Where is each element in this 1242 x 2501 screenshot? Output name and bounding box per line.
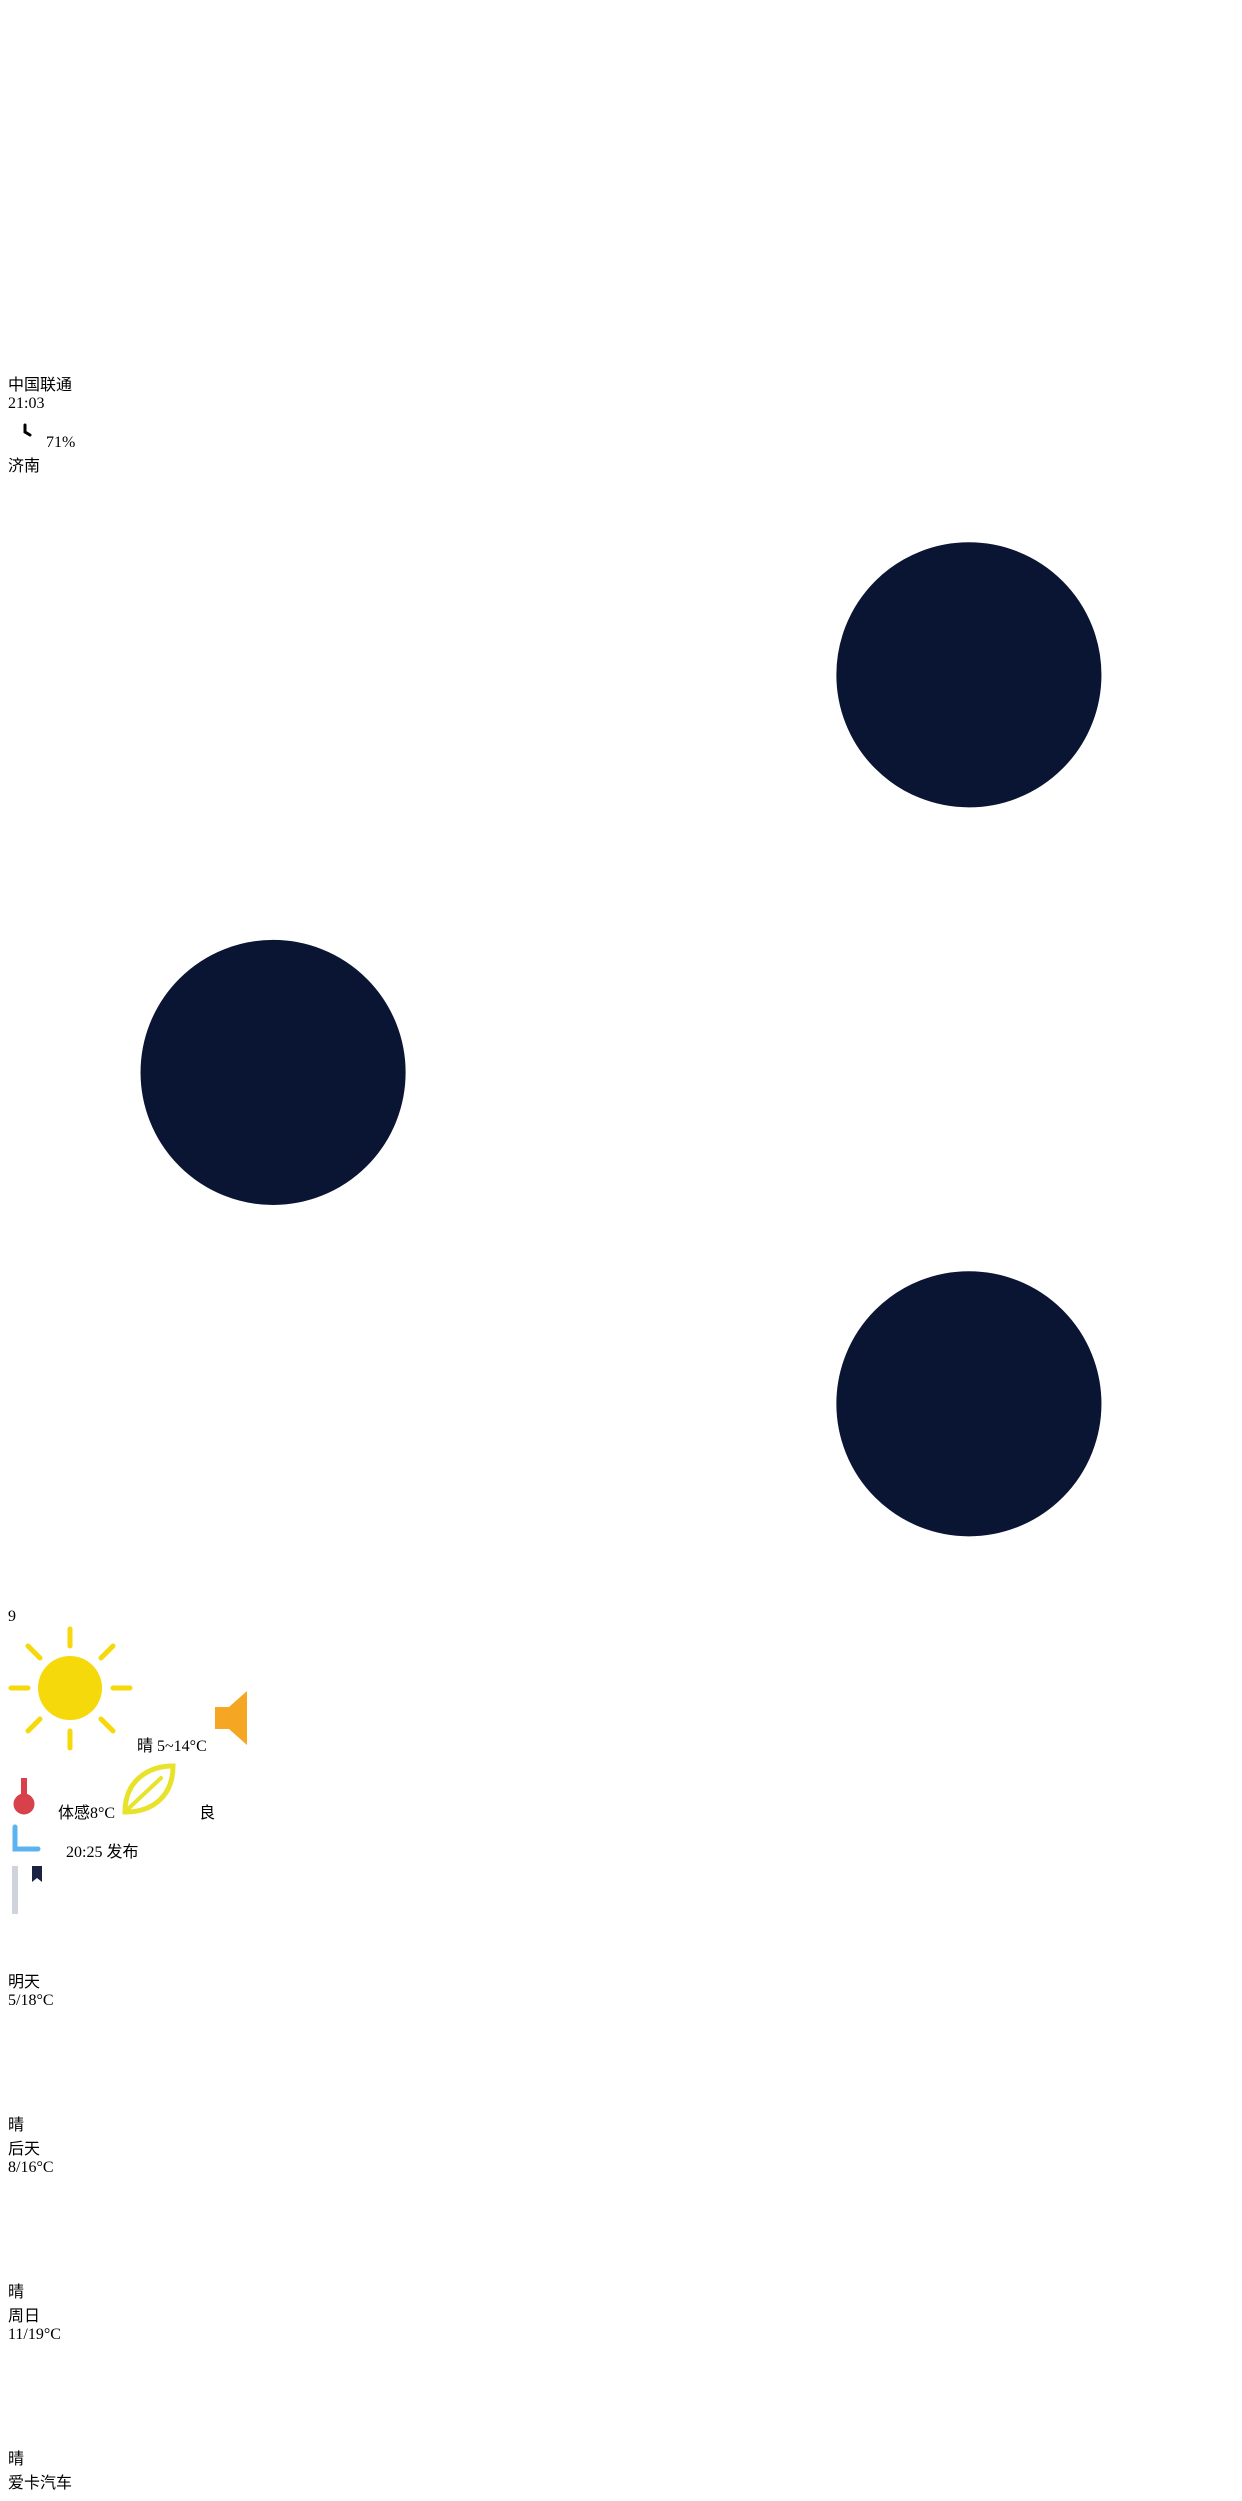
watermark: 爱卡汽车: [8, 2474, 73, 2492]
sun-outline-icon: [10, 2012, 102, 2104]
book-icon: [12, 1865, 52, 1914]
current-temperature-range: 5~14°C: [157, 1737, 207, 1755]
status-bar-right: 71%: [8, 413, 1234, 452]
forecast-day-1[interactable]: 明天 5/18°C 晴: [8, 1968, 1234, 2135]
clock-icon: [12, 1824, 41, 1852]
published-suffix: 发布: [106, 1843, 139, 1861]
shooting-star: [833, 138, 1182, 333]
alarm-icon: [9, 414, 41, 444]
city-title[interactable]: 济南: [8, 452, 1234, 476]
share-button[interactable]: [8, 476, 1234, 1603]
sun-outline-icon: [10, 2346, 102, 2438]
forecast-range: 8/16°C: [8, 2158, 54, 2176]
published-time: 20:25: [66, 1843, 103, 1861]
sun-outline-icon: [10, 2179, 102, 2271]
feels-like-row: 体感8°C 良: [8, 1756, 1234, 1823]
forecast-day-label: 后天: [8, 2140, 41, 2158]
battery-percentage: 71%: [46, 434, 76, 451]
forecast-range: 11/19°C: [8, 2325, 61, 2343]
air-quality-text[interactable]: 良: [199, 1805, 215, 1822]
forecast-range: 5/18°C: [8, 1991, 54, 2009]
cloud-button[interactable]: [8, 1923, 1234, 1968]
current-condition: 晴: [137, 1737, 154, 1755]
thermometer-icon: [10, 1759, 44, 1818]
sun-icon: [8, 1626, 133, 1751]
speaker-icon[interactable]: [211, 1685, 287, 1751]
leaf-icon[interactable]: [119, 1760, 177, 1818]
forecast-day-label: 周日: [8, 2307, 41, 2325]
forecast-condition: 晴: [8, 2116, 25, 2134]
forecast-condition: 晴: [8, 2283, 25, 2301]
feels-like-text: 体感8°C: [58, 1804, 116, 1822]
weather-screen: 中国联通 21:03 71% 济南 9 晴 5~14°C 体感8°C 良 20:…: [8, 8, 1234, 2493]
share-icon: [74, 476, 1168, 1603]
cloud-icon: [13, 1929, 69, 1961]
forecast-day-3[interactable]: 周日 11/19°C 晴: [8, 2302, 1234, 2469]
published-row: 20:25 发布: [8, 1823, 1234, 1862]
current-condition-row: 晴 5~14°C: [8, 1626, 1234, 1756]
forecast-condition: 晴: [8, 2450, 25, 2468]
current-temperature: 9: [8, 1607, 16, 1625]
forecast-day-label: 明天: [8, 1973, 41, 1991]
book-button[interactable]: [8, 1862, 1234, 1923]
forecast-day-2[interactable]: 后天 8/16°C 晴: [8, 2135, 1234, 2302]
